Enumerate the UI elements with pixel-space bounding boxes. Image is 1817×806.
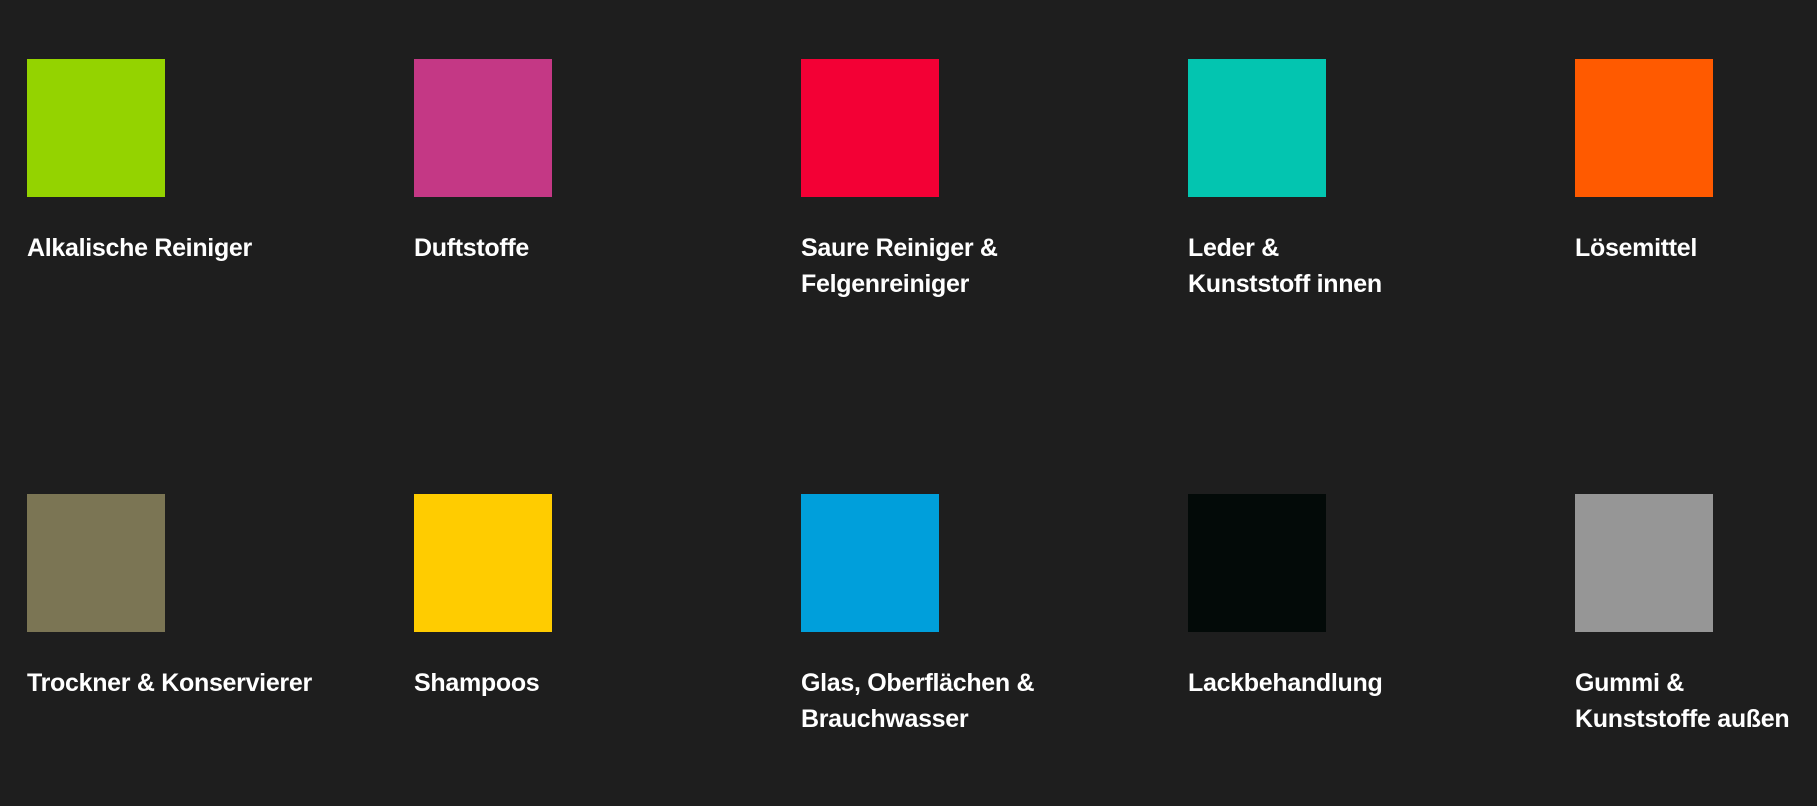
category-item-alkalische-reiniger: Alkalische Reiniger [27,59,387,266]
color-swatch [27,59,165,197]
category-item-duftstoffe: Duftstoffe [414,59,774,266]
category-label: Leder & Kunststoff innen [1188,234,1382,298]
category-label: Saure Reiniger & Felgenreiniger [801,234,998,298]
category-label: Duftstoffe [414,234,530,262]
category-item-glas-oberflaechen: Glas, Oberflächen & Brauchwasser [801,494,1161,737]
category-label: Glas, Oberflächen & Brauchwasser [801,669,1035,733]
color-swatch [414,59,552,197]
category-item-leder-kunststoff-innen: Leder & Kunststoff innen [1188,59,1548,302]
category-item-trockner-konservierer: Trockner & Konservierer [27,494,387,701]
color-swatch [414,494,552,632]
color-swatch [27,494,165,632]
category-label: Alkalische Reiniger [27,234,252,262]
category-label: Shampoos [414,669,540,697]
category-item-saure-reiniger: Saure Reiniger & Felgenreiniger [801,59,1161,302]
category-label: Trockner & Konservierer [27,669,312,697]
category-item-shampoos: Shampoos [414,494,774,701]
color-swatch [801,494,939,632]
category-label: Gummi & Kunststoffe außen [1575,669,1790,733]
color-swatch [1188,59,1326,197]
color-swatch [801,59,939,197]
category-item-lackbehandlung: Lackbehandlung [1188,494,1548,701]
color-swatch [1575,59,1713,197]
category-item-gummi-kunststoffe-aussen: Gummi & Kunststoffe außen [1575,494,1815,737]
category-label: Lösemittel [1575,234,1698,262]
color-swatch [1575,494,1713,632]
color-swatch [1188,494,1326,632]
category-label: Lackbehandlung [1188,669,1383,697]
category-color-legend: Alkalische Reiniger Duftstoffe Saure Rei… [0,0,1817,806]
category-item-loesemittel: Lösemittel [1575,59,1815,266]
